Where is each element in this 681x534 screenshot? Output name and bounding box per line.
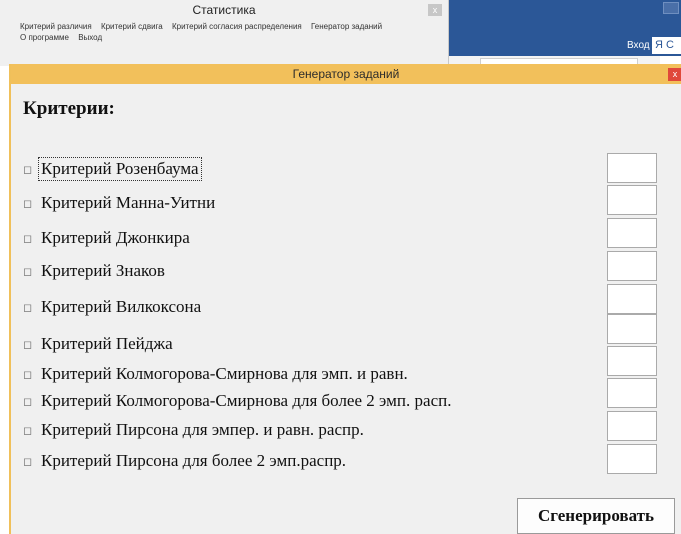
checkbox-icon[interactable]: ◻ — [23, 338, 37, 351]
criterion-signs[interactable]: ◻ Критерий Знаков — [23, 260, 167, 282]
criterion-label: Критерий Пирсона для более 2 эмп.распр. — [41, 451, 347, 470]
background-window-close-button[interactable]: x — [428, 4, 442, 16]
count-input-signs[interactable] — [607, 251, 657, 281]
count-input-page[interactable] — [607, 314, 657, 344]
count-input-wilcoxon[interactable] — [607, 284, 657, 314]
count-input-jonckheere[interactable] — [607, 218, 657, 248]
dialog-title: Генератор заданий — [11, 64, 681, 84]
menu-item-about[interactable]: О программе — [20, 33, 69, 42]
checkbox-icon[interactable]: ◻ — [23, 455, 37, 468]
criterion-pearson-emp-uniform[interactable]: ◻ Критерий Пирсона для эмпер. и равн. ра… — [23, 419, 366, 441]
dialog-close-button[interactable]: x — [668, 68, 681, 81]
criterion-rosenbaum[interactable]: ◻ Критерий Розенбаума — [23, 157, 202, 181]
count-input-rosenbaum[interactable] — [607, 153, 657, 183]
background-window: Статистика x Критерий различия Критерий … — [0, 0, 449, 66]
criteria-heading: Критерии: — [23, 98, 115, 119]
criterion-ks-multi-emp[interactable]: ◻ Критерий Колмогорова-Смирнова для боле… — [23, 390, 453, 412]
criterion-pearson-multi-emp[interactable]: ◻ Критерий Пирсона для более 2 эмп.распр… — [23, 450, 348, 472]
checkbox-icon[interactable]: ◻ — [23, 424, 37, 437]
menu-item-task-generator[interactable]: Генератор заданий — [311, 22, 382, 31]
task-generator-dialog: Генератор заданий x Критерии: ◻ Критерий… — [9, 64, 681, 534]
menu-item-shift[interactable]: Критерий сдвига — [101, 22, 163, 31]
count-input-mann-whitney[interactable] — [607, 185, 657, 215]
checkbox-icon[interactable]: ◻ — [23, 395, 37, 408]
criterion-label: Критерий Колмогорова-Смирнова для эмп. и… — [41, 364, 408, 383]
background-window-title: Статистика — [192, 3, 256, 17]
criterion-wilcoxon[interactable]: ◻ Критерий Вилкоксона — [23, 296, 203, 318]
menu-item-exit[interactable]: Выход — [78, 33, 102, 42]
count-input-ks-multi-emp[interactable] — [607, 378, 657, 408]
criterion-page[interactable]: ◻ Критерий Пейджа — [23, 333, 175, 355]
criterion-label: Критерий Пейджа — [41, 334, 173, 353]
count-input-ks-emp-uniform[interactable] — [607, 346, 657, 376]
checkbox-icon[interactable]: ◻ — [23, 232, 37, 245]
checkbox-icon[interactable]: ◻ — [23, 301, 37, 314]
criterion-label: Критерий Манна-Уитни — [41, 193, 216, 212]
criterion-label: Критерий Вилкоксона — [41, 297, 202, 316]
checkbox-icon[interactable]: ◻ — [23, 265, 37, 278]
criterion-mann-whitney[interactable]: ◻ Критерий Манна-Уитни — [23, 192, 217, 214]
criterion-label: Критерий Пирсона для эмпер. и равн. расп… — [41, 420, 364, 439]
criterion-ks-emp-uniform[interactable]: ◻ Критерий Колмогорова-Смирнова для эмп.… — [23, 363, 410, 385]
count-input-pearson-emp-uniform[interactable] — [607, 411, 657, 441]
background-menu-bar-row2: О программе Выход — [20, 33, 109, 42]
menu-item-difference[interactable]: Критерий различия — [20, 22, 92, 31]
menu-item-goodness-of-fit[interactable]: Критерий согласия распределения — [172, 22, 302, 31]
checkbox-icon[interactable]: ◻ — [23, 197, 37, 210]
criterion-jonckheere[interactable]: ◻ Критерий Джонкира — [23, 227, 192, 249]
criterion-label: Критерий Колмогорова-Смирнова для более … — [41, 391, 452, 410]
browser-window-button[interactable] — [663, 2, 679, 14]
browser-side-panel — [660, 56, 681, 64]
criterion-label: Критерий Розенбаума — [38, 157, 202, 181]
checkbox-icon[interactable]: ◻ — [23, 163, 37, 176]
user-avatar-button[interactable]: Я С — [652, 37, 681, 54]
checkbox-icon[interactable]: ◻ — [23, 368, 37, 381]
count-input-pearson-multi-emp[interactable] — [607, 444, 657, 474]
login-link[interactable]: Вход — [627, 40, 650, 51]
criterion-label: Критерий Знаков — [41, 261, 165, 280]
generate-button[interactable]: Сгенерировать — [517, 498, 675, 534]
background-menu-bar: Критерий различия Критерий сдвига Критер… — [20, 22, 389, 31]
criterion-label: Критерий Джонкира — [41, 228, 190, 247]
